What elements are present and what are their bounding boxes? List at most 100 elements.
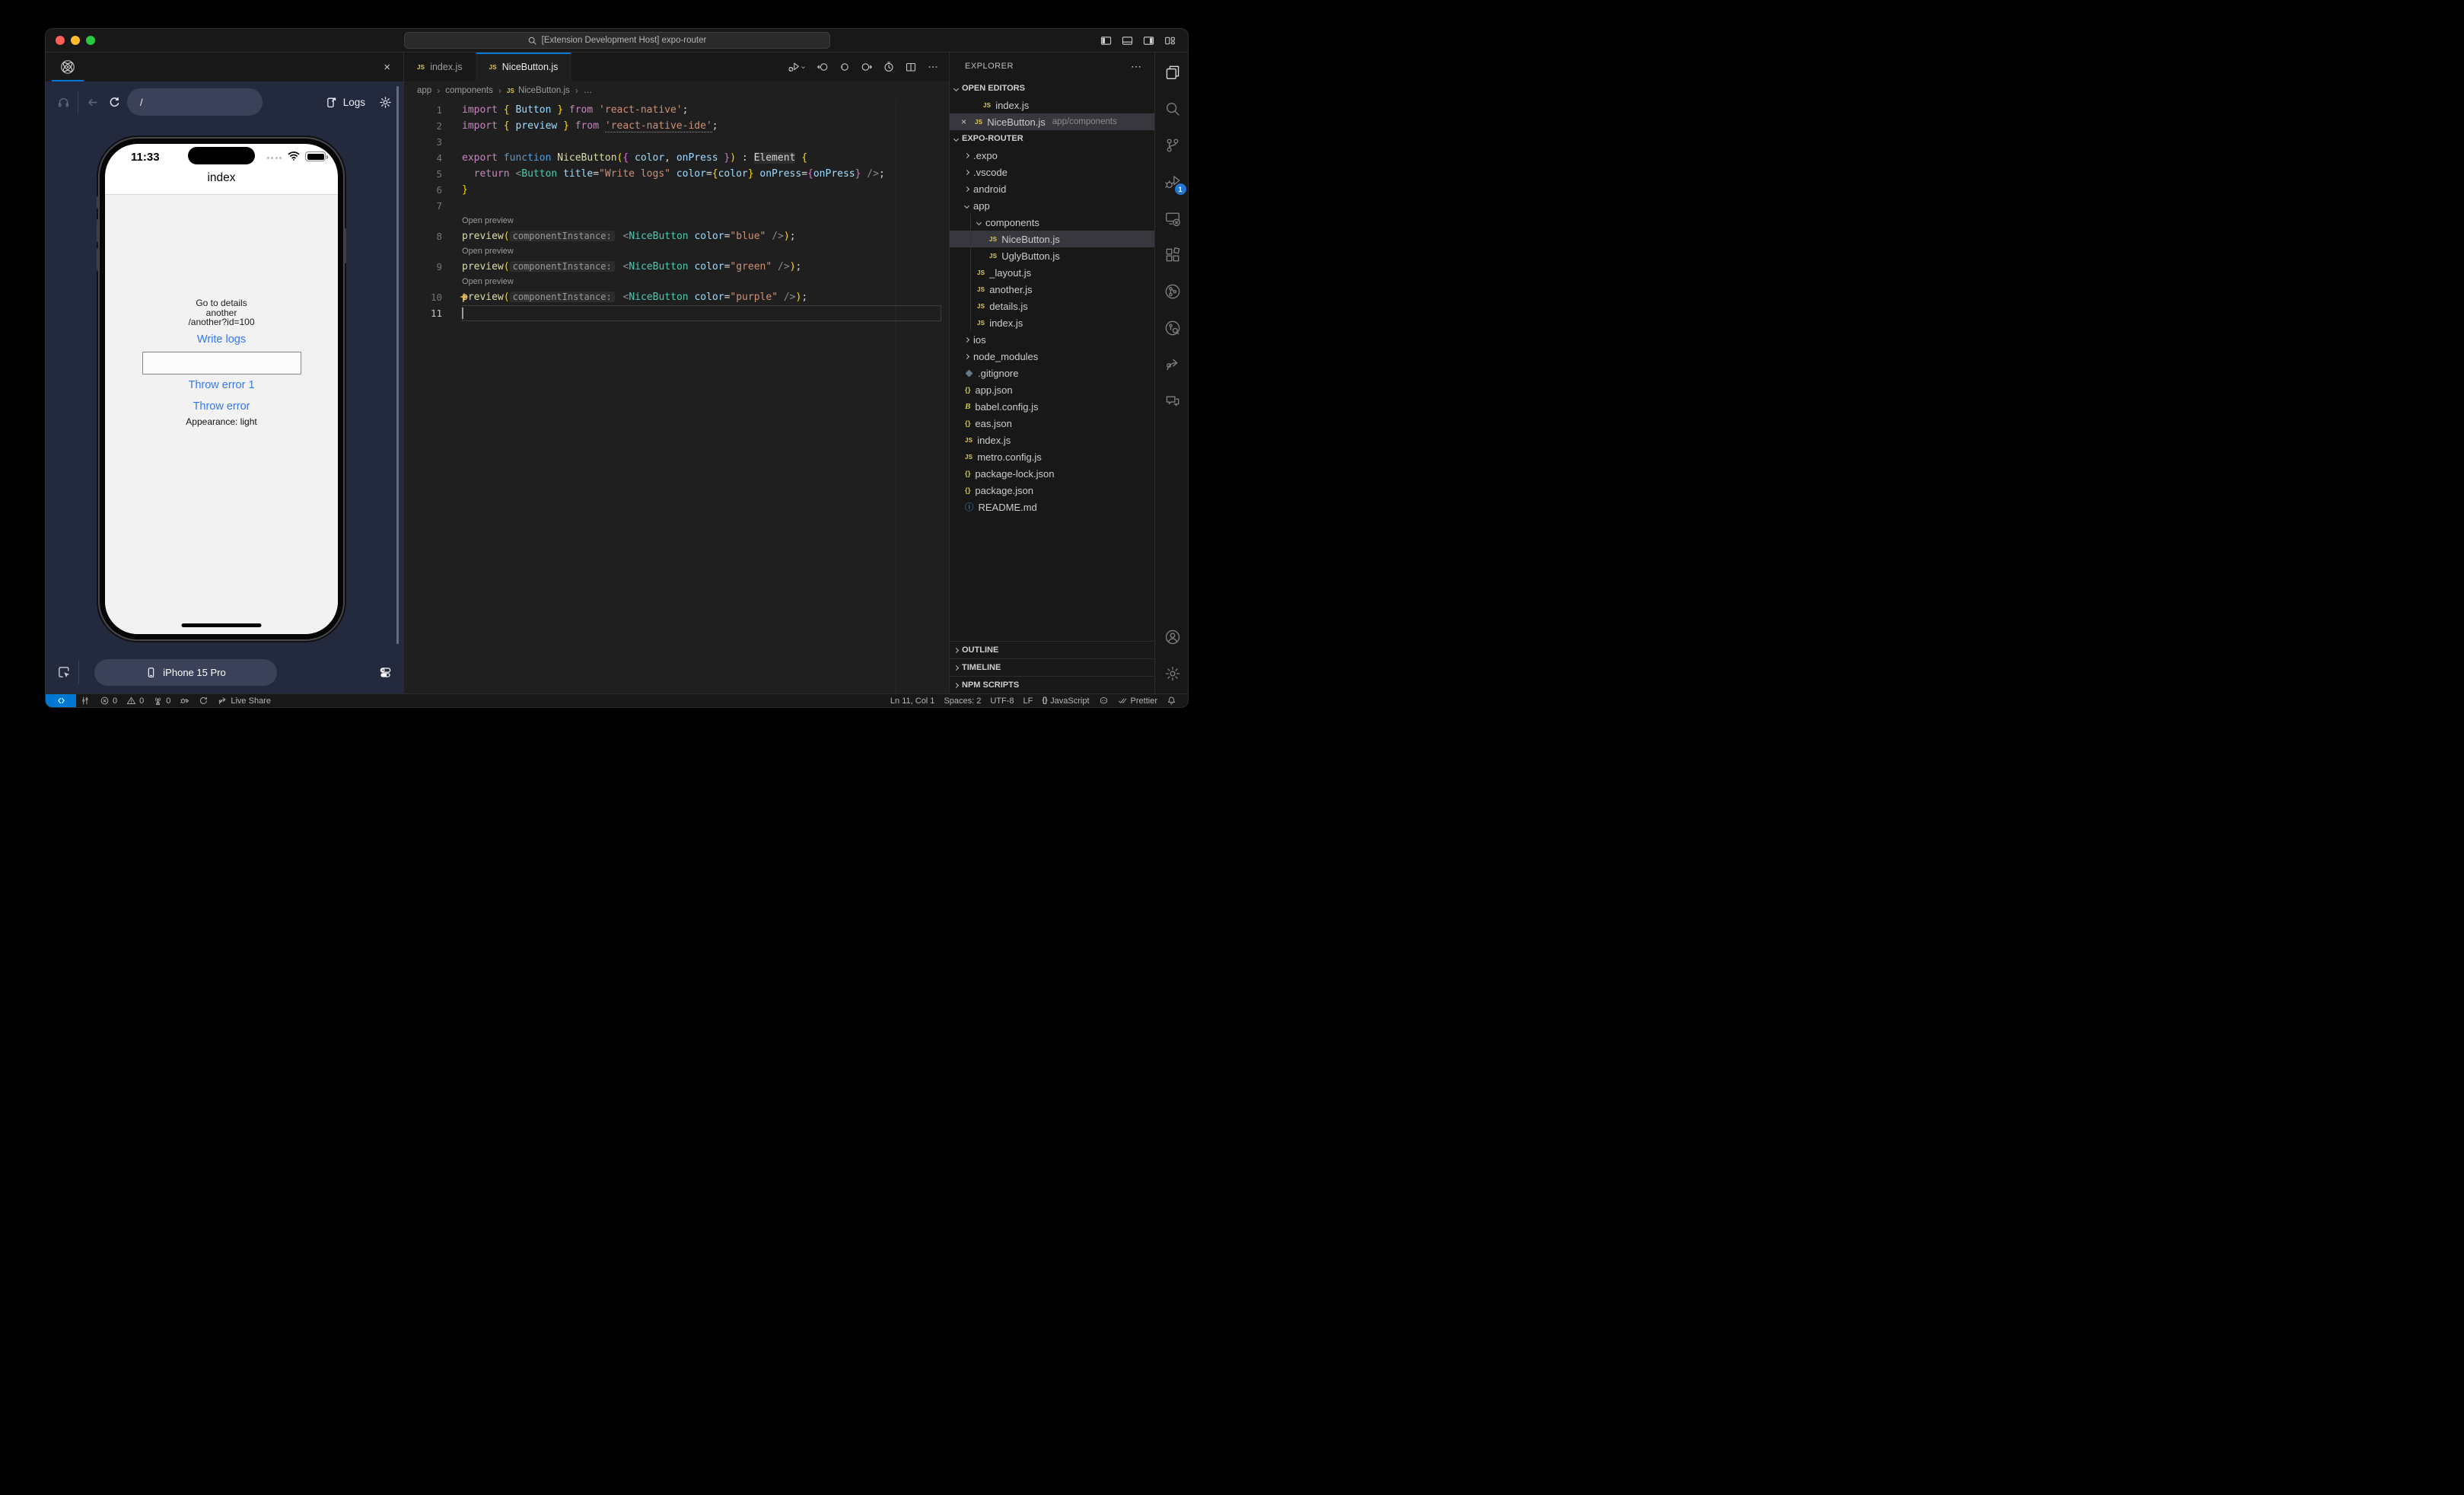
activity-run-and-debug[interactable]: 1 [1155, 164, 1189, 200]
copilot-status[interactable] [1094, 694, 1113, 707]
live-share-status[interactable]: Live Share [213, 694, 275, 707]
code-line-1[interactable]: 1import { Button } from 'react-native'; [404, 102, 949, 118]
breadcrumb-item-…[interactable]: … [584, 86, 593, 95]
codelens-open-preview[interactable]: Open preview [404, 244, 949, 259]
activity-settings[interactable] [1155, 655, 1189, 692]
ports-count[interactable]: 0 [148, 694, 175, 707]
errors-count[interactable]: 0 [95, 694, 122, 707]
panel-close-icon[interactable]: × [384, 62, 390, 73]
code-line-8[interactable]: 8preview(componentInstance: <NiceButton … [404, 228, 949, 244]
file-tree-row-babel.config.js[interactable]: Bbabel.config.js [950, 398, 1154, 415]
layout-customize-button[interactable] [1164, 35, 1176, 46]
file-tree-row-.expo[interactable]: .expo [950, 147, 1154, 164]
activity-gitlens-inspect[interactable] [1155, 310, 1189, 346]
breadcrumb-item-app[interactable]: app [417, 86, 431, 95]
close-window-button[interactable] [56, 36, 65, 45]
inspect-element-icon[interactable] [57, 665, 71, 679]
sidebar-more-icon[interactable]: ⋯ [1131, 60, 1142, 73]
link-another-query[interactable]: /another?id=100 [105, 317, 338, 327]
file-tree-row-app[interactable]: app [950, 197, 1154, 214]
notifications-bell[interactable] [1162, 694, 1181, 707]
activity-accounts[interactable] [1155, 619, 1189, 655]
link-go-to-details[interactable]: Go to details [105, 298, 338, 308]
file-tree-row-index.js[interactable]: JSindex.js [950, 314, 1154, 331]
file-tree-row-metro.config.js[interactable]: JSmetro.config.js [950, 448, 1154, 465]
code-line-5[interactable]: 5 return <Button title="Write logs" colo… [404, 166, 949, 182]
code-line-2[interactable]: 2import { preview } from 'react-native-i… [404, 118, 949, 134]
route-links[interactable]: Go to details another /another?id=100 [105, 298, 338, 327]
file-tree-row-package.json[interactable]: {}package.json [950, 482, 1154, 499]
open-editor-index.js[interactable]: JSindex.js [950, 97, 1154, 113]
audio-headphones-icon[interactable] [57, 96, 70, 109]
activity-gitlens[interactable] [1155, 273, 1189, 310]
file-tree-row-_layout.js[interactable]: JS_layout.js [950, 264, 1154, 281]
file-tree-row-index.js[interactable]: JSindex.js [950, 432, 1154, 448]
ai-sparkle-icon[interactable] [459, 292, 470, 302]
formatter-status[interactable]: Prettier [1113, 694, 1162, 707]
indentation[interactable]: Spaces: 2 [939, 694, 985, 707]
project-section-header[interactable]: EXPO-ROUTER [950, 130, 1154, 147]
throw-error-button[interactable]: Throw error [105, 400, 338, 413]
close-icon[interactable]: × [957, 116, 970, 127]
eol[interactable]: LF [1019, 694, 1038, 707]
file-tree-row-NiceButton.js[interactable]: JSNiceButton.js [950, 231, 1154, 247]
breadcrumb-item-components[interactable]: components [445, 86, 493, 95]
device-selector[interactable]: iPhone 15 Pro [94, 659, 277, 686]
navigate-back-circle-button[interactable] [817, 61, 829, 73]
simulator-settings-gear-icon[interactable] [379, 96, 392, 109]
encoding[interactable]: UTF-8 [985, 694, 1018, 707]
section-npm-scripts[interactable]: NPM SCRIPTS [950, 676, 1154, 693]
layout-sidebar-right-button[interactable] [1143, 35, 1154, 46]
device-settings-toggles-icon[interactable] [379, 666, 392, 679]
route-url-bar[interactable]: / [127, 88, 263, 116]
run-or-debug-button[interactable] [788, 61, 807, 73]
section-timeline[interactable]: TIMELINE [950, 658, 1154, 676]
breadcrumb[interactable]: app›components›JSNiceButton.js›… [404, 81, 949, 100]
file-tree-row-UglyButton.js[interactable]: JSUglyButton.js [950, 247, 1154, 264]
navigate-forward-circle-button[interactable] [861, 61, 873, 73]
warnings-count[interactable]: 0 [122, 694, 148, 707]
cursor-position[interactable]: Ln 11, Col 1 [886, 694, 940, 707]
activity-search[interactable] [1155, 91, 1189, 127]
timer-button[interactable] [883, 61, 895, 73]
file-tree-row-ios[interactable]: ios [950, 331, 1154, 348]
breadcrumb-item-NiceButton.js[interactable]: JSNiceButton.js [507, 86, 570, 95]
language-mode[interactable]: {}JavaScript [1037, 694, 1094, 707]
file-tree-row-components[interactable]: components [950, 214, 1154, 231]
minimize-window-button[interactable] [71, 36, 80, 45]
throw-error-1-button[interactable]: Throw error 1 [105, 379, 338, 391]
code-line-3[interactable]: 3 [404, 134, 949, 150]
radon-status[interactable] [76, 694, 95, 707]
panel-scrollbar[interactable] [396, 86, 399, 644]
logs-button[interactable]: Logs [325, 96, 365, 109]
code-line-6[interactable]: 6} [404, 182, 949, 198]
file-tree-row-.gitignore[interactable]: .gitignore [950, 365, 1154, 381]
activity-comments[interactable] [1155, 383, 1189, 419]
code-line-7[interactable]: 7 [404, 198, 949, 214]
remote-indicator[interactable] [46, 694, 76, 707]
phone-screen[interactable]: 11:33 index Go to details [105, 144, 338, 634]
code-line-9[interactable]: 9preview(componentInstance: <NiceButton … [404, 259, 949, 275]
sync-status[interactable] [194, 694, 213, 707]
zoom-window-button[interactable] [86, 36, 95, 45]
codelens-open-preview[interactable]: Open preview [404, 214, 949, 228]
code-line-4[interactable]: 4export function NiceButton({ color, onP… [404, 150, 949, 166]
code-line-11[interactable]: 11 [404, 305, 949, 321]
editor-tab-NiceButton.js[interactable]: JSNiceButton.js [476, 53, 572, 81]
radon-ide-tab[interactable] [46, 53, 90, 81]
file-tree-row-android[interactable]: android [950, 180, 1154, 197]
activity-remote-explorer[interactable] [1155, 200, 1189, 237]
file-tree-row-details.js[interactable]: JSdetails.js [950, 298, 1154, 314]
activity-source-control[interactable] [1155, 127, 1189, 164]
codelens-open-preview[interactable]: Open preview [404, 275, 949, 289]
file-tree-row-another.js[interactable]: JSanother.js [950, 281, 1154, 298]
file-tree-row-node_modules[interactable]: node_modules [950, 348, 1154, 365]
more-actions-button[interactable] [927, 61, 939, 73]
layout-panel-button[interactable] [1122, 35, 1133, 46]
activity-live-share[interactable] [1155, 346, 1189, 383]
file-tree-row-README.md[interactable]: ⓘREADME.md [950, 499, 1154, 515]
file-tree-row-.vscode[interactable]: .vscode [950, 164, 1154, 180]
section-outline[interactable]: OUTLINE [950, 641, 1154, 658]
open-editors-section-header[interactable]: OPEN EDITORS [950, 80, 1154, 97]
reload-icon[interactable] [108, 96, 121, 109]
